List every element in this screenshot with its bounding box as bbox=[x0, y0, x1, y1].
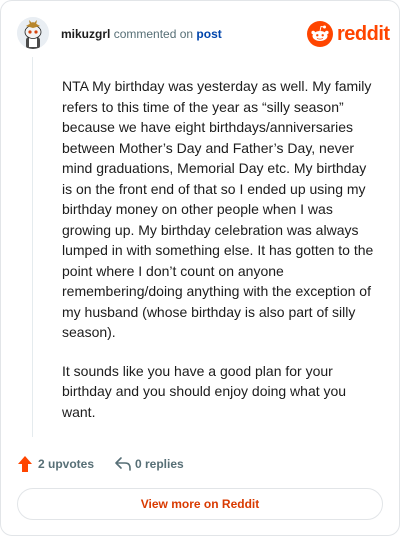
reddit-snoo-icon bbox=[307, 21, 333, 47]
username-link[interactable]: mikuzgrl bbox=[61, 27, 110, 41]
reply-button[interactable]: 0 replies bbox=[114, 453, 204, 475]
post-link[interactable]: post bbox=[196, 27, 221, 41]
comment-embed-card: mikuzgrl commented on post reddit NTA My… bbox=[0, 0, 400, 536]
comment-paragraph: NTA My birthday was yesterday as well. M… bbox=[62, 78, 374, 340]
comment-body: NTA My birthday was yesterday as well. M… bbox=[62, 76, 374, 440]
thread-line bbox=[32, 57, 33, 437]
reply-icon bbox=[115, 457, 131, 471]
upvote-button[interactable]: 2 upvotes bbox=[17, 453, 107, 475]
upvote-arrow-icon bbox=[18, 456, 32, 472]
comment-paragraph: It sounds like you have a good plan for … bbox=[62, 362, 347, 420]
comment-header: mikuzgrl commented on post reddit bbox=[17, 17, 390, 51]
reddit-wordmark: reddit bbox=[337, 23, 390, 45]
snoo-avatar-icon bbox=[17, 17, 49, 49]
commented-on-text: commented on bbox=[113, 27, 194, 41]
comment-meta: mikuzgrl commented on post bbox=[61, 26, 222, 42]
reddit-logo[interactable]: reddit bbox=[307, 21, 390, 47]
reply-count: 0 replies bbox=[135, 457, 184, 471]
user-avatar[interactable] bbox=[17, 17, 49, 49]
view-more-button[interactable]: View more on Reddit bbox=[17, 488, 383, 520]
upvote-count: 2 upvotes bbox=[38, 457, 95, 471]
